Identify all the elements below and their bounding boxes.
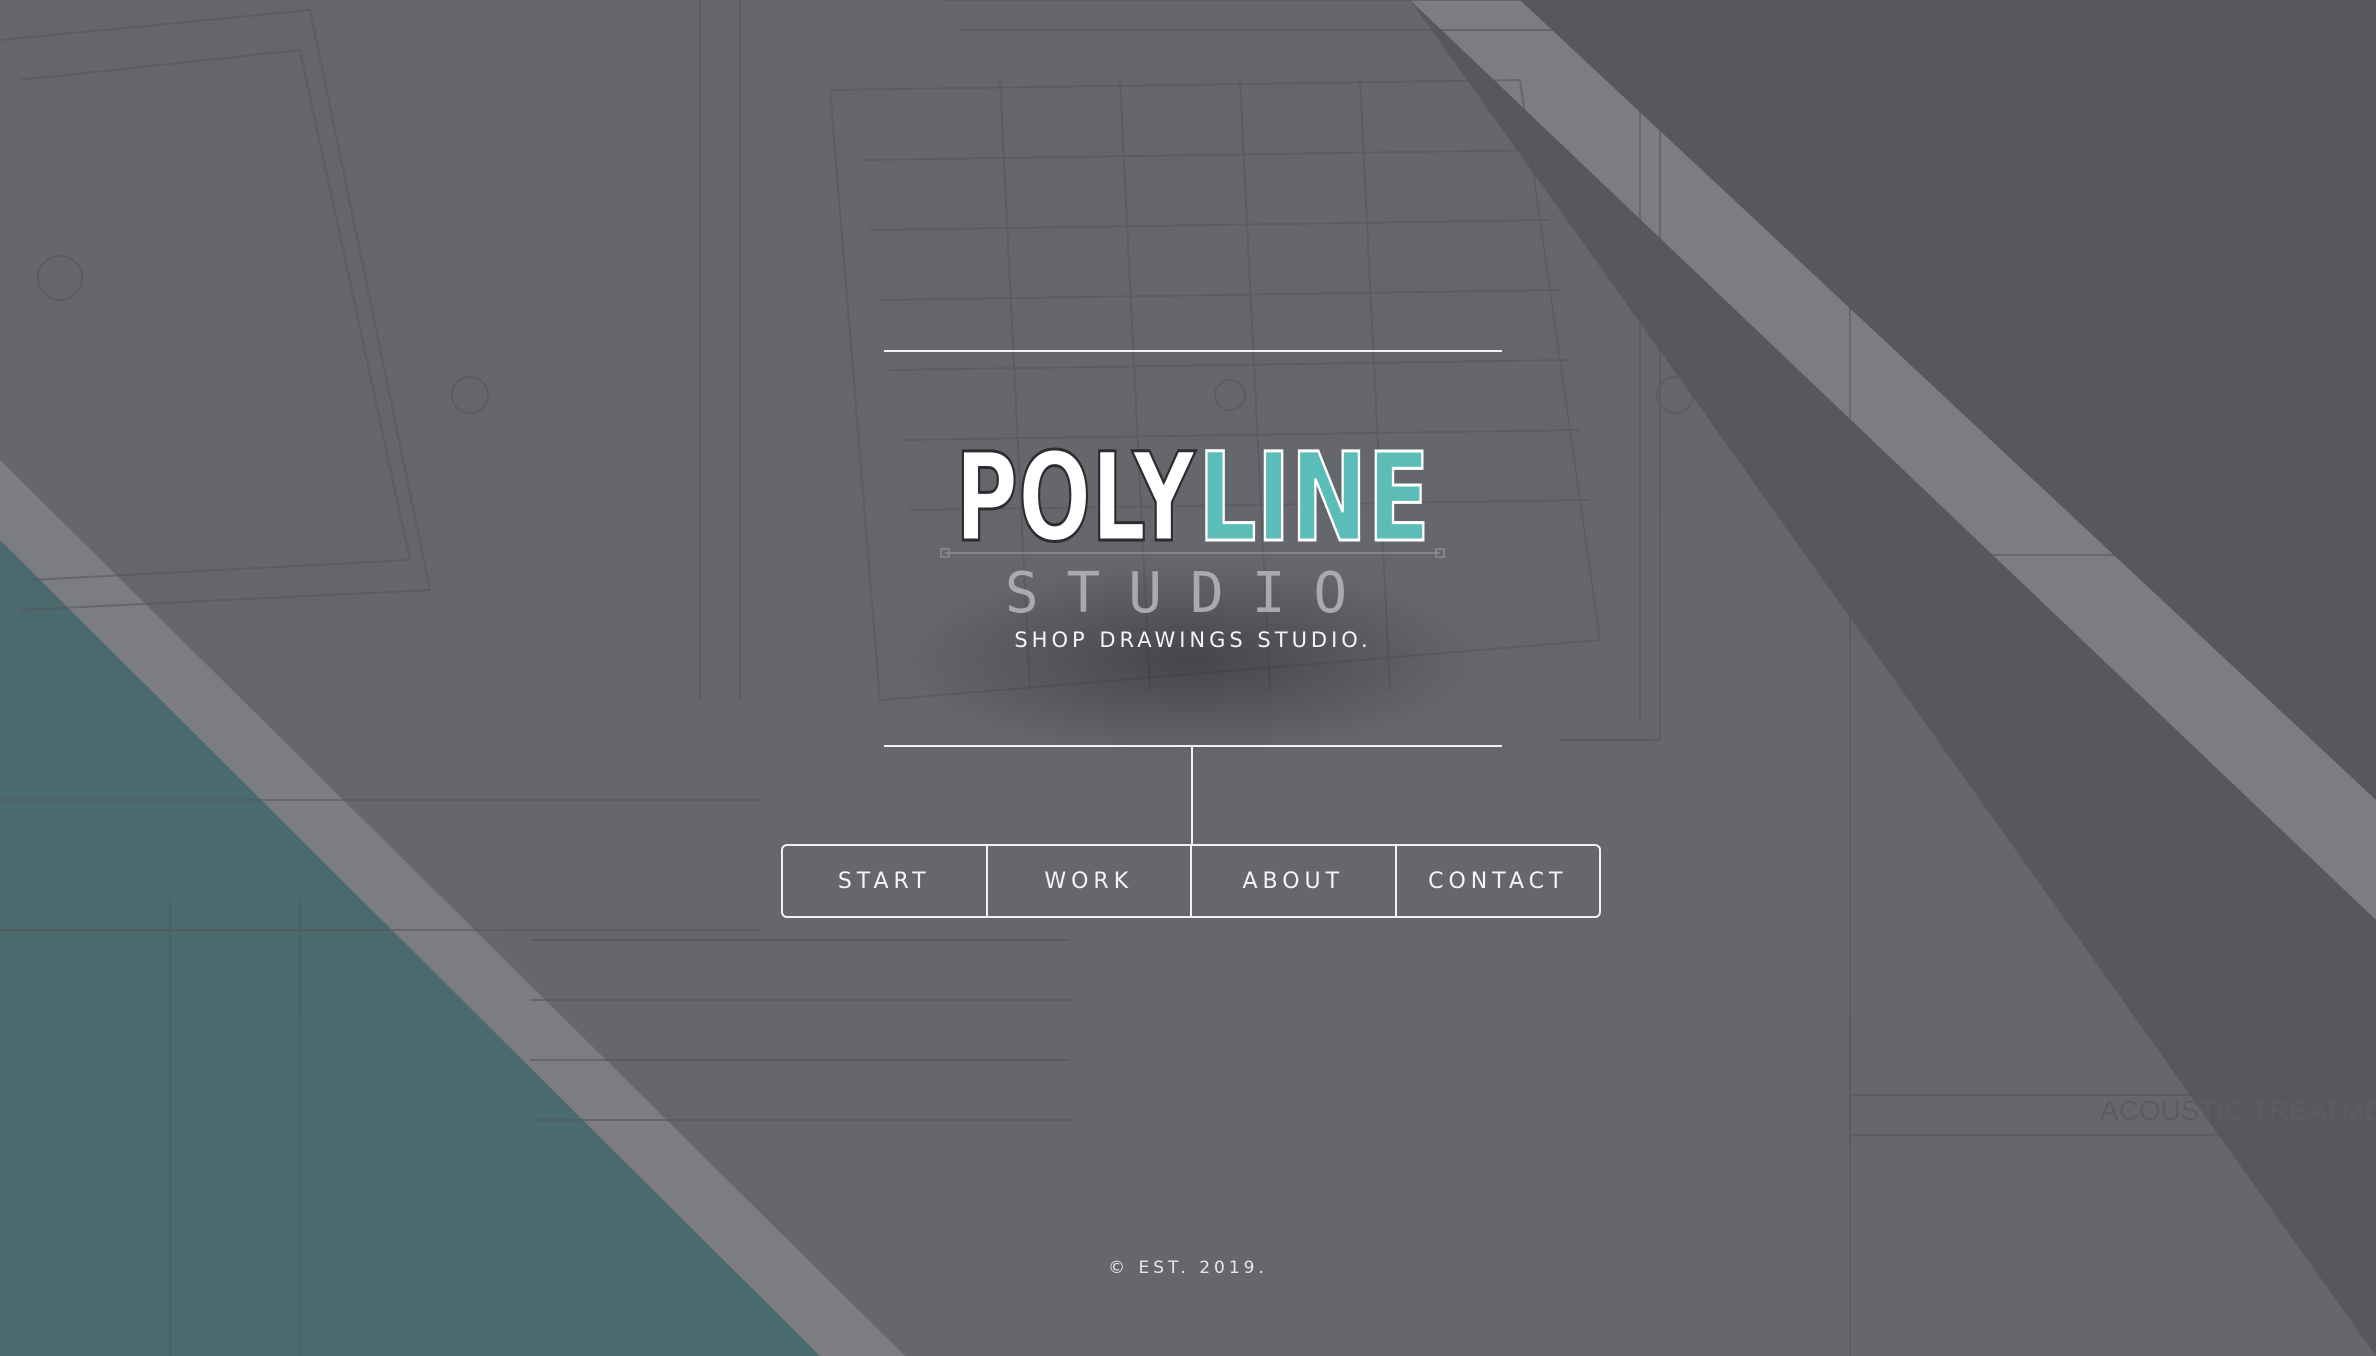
- bottom-rule: [884, 745, 1502, 747]
- logo-word-line: LINE: [1198, 427, 1430, 569]
- nav-start[interactable]: START: [783, 846, 988, 916]
- tagline: SHOP DRAWINGS STUDIO.: [1014, 628, 1372, 652]
- nav-about[interactable]: ABOUT: [1192, 846, 1397, 916]
- bg-section-label: ACOUSTIC TREATMENTS: [2100, 1095, 2376, 1126]
- logo-word-poly: POLY: [955, 427, 1196, 569]
- logo-subtitle: STUDIO: [1005, 561, 1375, 626]
- top-rule: [884, 350, 1502, 352]
- footer-copyright: © EST. 2019.: [1108, 1258, 1268, 1278]
- nav-contact[interactable]: CONTACT: [1397, 846, 1600, 916]
- nav-work[interactable]: WORK: [988, 846, 1192, 916]
- nav-connector: [1191, 746, 1193, 846]
- main-nav: START WORK ABOUT CONTACT: [781, 844, 1601, 918]
